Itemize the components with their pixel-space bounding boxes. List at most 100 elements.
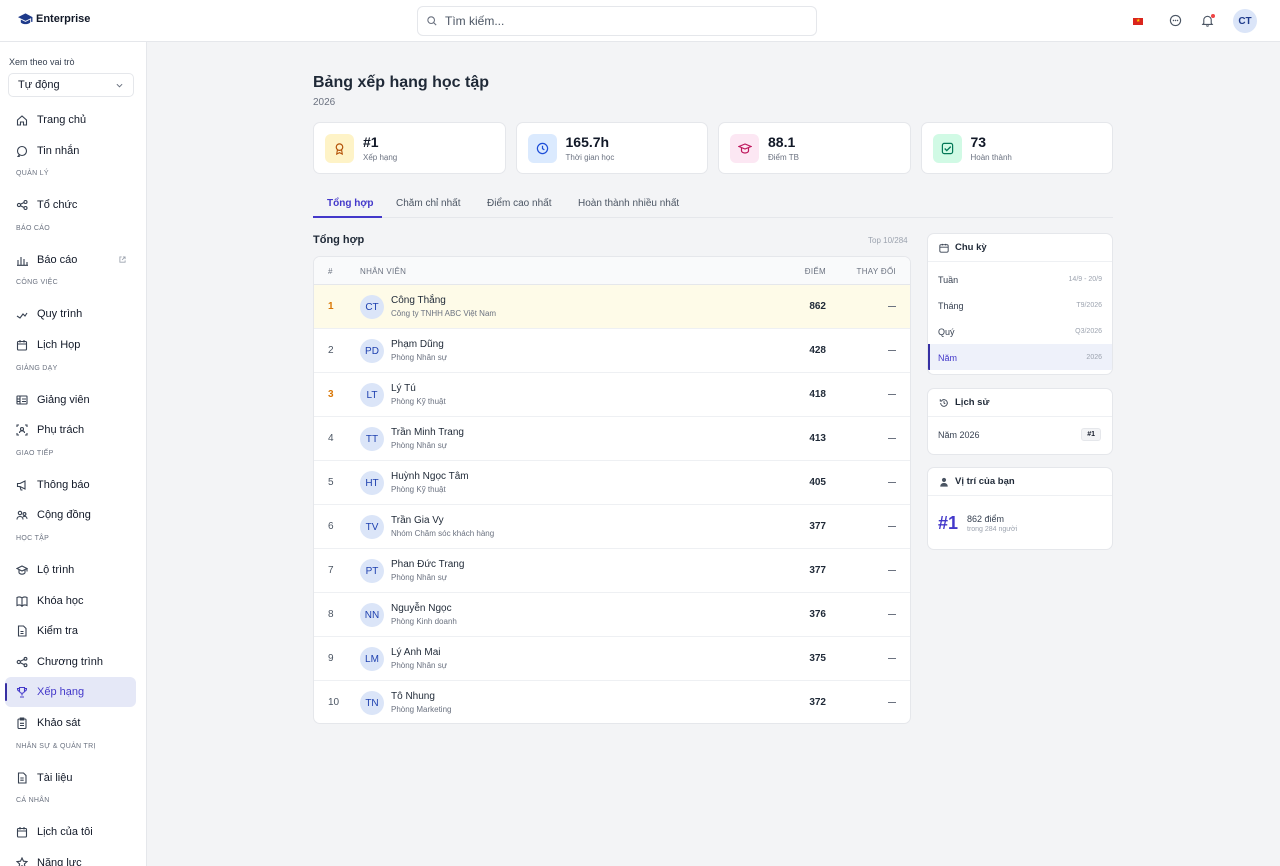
sidebar-item-trang-chu[interactable]: Trang chủ [5, 105, 136, 135]
sidebar-item-label: Phụ trách [37, 424, 85, 437]
sidebar-item-tin-nhan[interactable]: Tin nhắn [5, 136, 136, 166]
sidebar-item-label: Năng lực [37, 856, 82, 866]
sidebar-item-to-chuc[interactable]: Tổ chức [5, 190, 136, 220]
table-row[interactable]: 9 LM Lý Anh Mai Phòng Nhân sự 375 [314, 637, 910, 681]
org-icon [16, 200, 28, 211]
table-row[interactable]: 8 NN Nguyễn Ngọc Phòng Kinh doanh 376 [314, 593, 910, 637]
sidebar-item-label: Giảng viên [37, 393, 90, 406]
table-row[interactable]: 1 CT Công Thắng Công ty TNHH ABC Việt Nam 86… [314, 285, 910, 329]
cycle-option[interactable]: Tuần 14/9 - 20/9 [928, 266, 1112, 292]
sidebar-item-label: Cộng đồng [37, 509, 91, 522]
cycle-option[interactable]: Năm 2026 [928, 344, 1112, 370]
search-input[interactable] [445, 14, 785, 28]
leaderboard-table: # NHÂN VIÊN ĐIỂM THAY ĐỔI 1 CT Công Thắng C… [313, 256, 911, 724]
sidebar-item-lich-cua-toi[interactable]: Lịch của tôi [5, 817, 136, 847]
search-bar[interactable] [417, 6, 817, 36]
nav-section-label: GIAO TIẾP [16, 449, 54, 457]
sidebar-item-nang-luc[interactable]: Năng lực [5, 848, 136, 866]
row-avatar: TT [360, 427, 384, 451]
row-change-dash [888, 394, 896, 395]
table-row[interactable]: 7 PT Phan Đức Trang Phòng Nhân sự 377 [314, 549, 910, 593]
sidebar-item-giang-vien[interactable]: Giảng viên [5, 385, 136, 415]
tab-cham-chi-nhat[interactable]: Chăm chỉ nhất [396, 198, 460, 209]
history-card: Lịch sử Năm 2026 #1 [927, 388, 1113, 455]
row-change-dash [888, 306, 896, 307]
row-score: 428 [809, 345, 826, 356]
cycle-option[interactable]: Quý Q3/2026 [928, 318, 1112, 344]
nav-section-label: HỌC TẬP [16, 535, 50, 542]
row-rank: 10 [328, 697, 340, 708]
document-icon [17, 772, 27, 784]
row-avatar: PD [360, 339, 384, 363]
row-avatar: LM [360, 647, 384, 671]
user-avatar[interactable]: CT [1233, 9, 1257, 33]
row-change-dash [888, 482, 896, 483]
test-icon [17, 625, 27, 637]
cycle-option[interactable]: Tháng T9/2026 [928, 292, 1112, 318]
row-rank: 6 [328, 521, 334, 532]
row-change-dash [888, 658, 896, 659]
sidebar-item-quy-trinh[interactable]: Quy trình [5, 299, 136, 329]
clock-icon [527, 133, 557, 163]
sidebar-item-xep-hang[interactable]: Xếp hạng [5, 677, 136, 708]
cycle-option-label: Tuần [938, 275, 959, 285]
sidebar-item-lo-trinh[interactable]: Lộ trình [5, 555, 136, 585]
page-subtitle: 2026 [313, 97, 336, 108]
sidebar-item-chuong-trinh[interactable]: Chương trình [5, 647, 136, 677]
row-rank: 7 [328, 565, 334, 576]
row-change-dash [888, 570, 896, 571]
row-name: Lý Anh Mai [391, 647, 441, 658]
sidebar-item-phu-trach[interactable]: Phụ trách [5, 415, 136, 445]
row-rank: 3 [328, 389, 334, 400]
row-change-dash [888, 350, 896, 351]
tab-diem-cao-nhat[interactable]: Điểm cao nhất [487, 198, 551, 209]
history-entry[interactable]: Năm 2026 #1 [928, 417, 1112, 453]
sidebar-item-khao-sat[interactable]: Khảo sát [5, 708, 136, 738]
table-row[interactable]: 3 LT Lý Tú Phòng Kỹ thuật 418 [314, 373, 910, 417]
sidebar-item-bao-cao[interactable]: Báo cáo [5, 245, 136, 275]
stat-value: #1 [363, 134, 379, 150]
sidebar-item-label: Tin nhắn [37, 144, 80, 157]
workflow-icon [16, 313, 28, 320]
row-org: Phòng Marketing [391, 705, 452, 714]
bell-icon[interactable] [1201, 14, 1215, 28]
row-name: Trần Gia Vy [391, 515, 444, 526]
cycle-option-label: Quý [938, 327, 955, 337]
tab-tong-hop[interactable]: Tổng hợp [327, 198, 374, 209]
sidebar-item-kiem-tra[interactable]: Kiểm tra [5, 616, 136, 646]
column-score: ĐIỂM [804, 267, 826, 276]
row-score: 405 [809, 477, 826, 488]
role-select[interactable]: Tự động [8, 73, 134, 97]
row-avatar: TV [360, 515, 384, 539]
position-card: Vị trí của bạn #1 862 điểm trong 284 ngư… [927, 467, 1113, 550]
sidebar-item-khoa-hoc[interactable]: Khóa học [5, 586, 136, 616]
table-row[interactable]: 6 TV Trần Gia Vy Nhóm Chăm sóc khách hàng 37… [314, 505, 910, 549]
sidebar-item-lich-hop[interactable]: Lịch Họp [5, 330, 136, 360]
table-row[interactable]: 10 TN Tô Nhung Phòng Marketing 372 [314, 681, 910, 723]
table-row[interactable]: 4 TT Trần Minh Trang Phòng Nhân sự 413 [314, 417, 910, 461]
stat-label: Hoàn thành [970, 153, 1012, 162]
row-rank: 2 [328, 345, 334, 356]
stat-card-rank: #1 Xếp hạng [313, 122, 506, 174]
leaderboard-count: Top 10/284 [868, 236, 908, 245]
row-score: 413 [809, 433, 826, 444]
table-row[interactable]: 2 PD Phạm Dũng Phòng Nhân sự 428 [314, 329, 910, 373]
row-name: Lý Tú [391, 383, 416, 394]
cycle-option-range: T9/2026 [1076, 302, 1102, 309]
history-title: Lịch sử [955, 397, 990, 408]
column-rank: # [328, 267, 333, 276]
sidebar-item-cong-dong[interactable]: Cộng đồng [5, 500, 136, 530]
row-org: Phòng Nhân sự [391, 353, 448, 362]
clipboard-icon [17, 717, 27, 729]
chat-icon[interactable] [1169, 14, 1183, 28]
app-logo[interactable]: Enterprise [18, 13, 90, 25]
table-row[interactable]: 5 HT Huỳnh Ngọc Tâm Phòng Kỹ thuật 405 [314, 461, 910, 505]
sidebar-item-thong-bao[interactable]: Thông báo [5, 470, 136, 500]
sidebar-item-tai-lieu[interactable]: Tài liệu [5, 763, 136, 793]
row-rank: 4 [328, 433, 334, 444]
vietnam-flag-icon[interactable] [1133, 17, 1143, 26]
sidebar-item-label: Lịch của tôi [37, 826, 93, 839]
tab-hoan-thanh-nhieu-nhat[interactable]: Hoàn thành nhiều nhất [578, 198, 679, 209]
table-body: 1 CT Công Thắng Công ty TNHH ABC Việt Nam 86… [314, 285, 910, 723]
history-card-header: Lịch sử [928, 389, 1112, 417]
